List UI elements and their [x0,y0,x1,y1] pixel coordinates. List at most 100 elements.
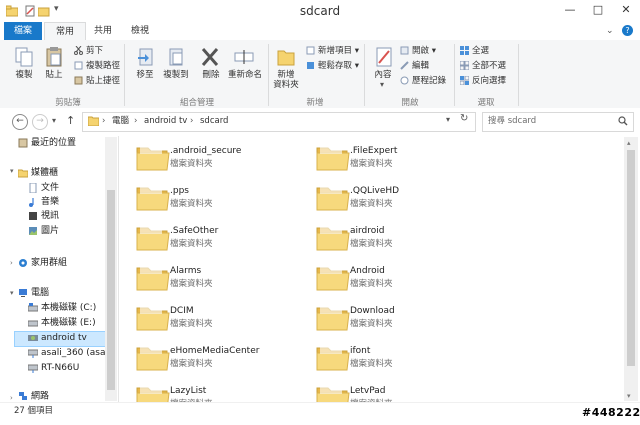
nav-item-label: 電腦 [31,288,50,298]
folder-item[interactable]: Download 檔案資料夾 [316,302,486,338]
rename-button[interactable]: 重新命名 [226,70,264,80]
nav-item-pictures[interactable]: 圖片 [28,224,59,238]
folder-item[interactable]: .android_secure 檔案資料夾 [136,142,306,178]
scroll-up-icon[interactable]: ▴ [627,139,631,147]
address-dropdown-icon[interactable]: ▾ [446,115,450,124]
libraries-expand-icon[interactable]: ▾ [10,167,14,175]
folder-name: Android [350,266,385,276]
cut-button[interactable]: 剪下 [74,45,103,57]
network-expand-icon[interactable]: › [10,394,13,402]
nav-item-drive-e[interactable]: 本機磁碟 (E:) [28,316,96,330]
copy-path-icon [74,61,83,70]
move-to-icon [138,48,153,66]
folder-type: 檔案資料夾 [350,359,393,369]
breadcrumb-computer[interactable]: 電腦 [112,115,129,127]
nav-item-homegroup[interactable]: 家用群組 [18,256,67,270]
copy-button[interactable]: 複製 [10,70,38,80]
folder-name: .QQLiveHD [350,186,400,196]
tab-file[interactable]: 檔案 [4,22,42,40]
folder-type: 檔案資料夾 [350,279,393,289]
folder-item[interactable]: Android 檔案資料夾 [316,262,486,298]
folder-item[interactable]: ifont 檔案資料夾 [316,342,486,378]
delete-button[interactable]: 刪除 [196,70,226,80]
nav-scrollbar-thumb[interactable] [107,190,115,390]
nav-item-recent-places[interactable]: 最近的位置 [18,136,76,150]
status-bar [0,402,640,425]
tab-view[interactable]: 檢視 [122,22,158,40]
drive-c-icon [28,302,38,311]
move-to-button[interactable]: 移至 [130,70,160,80]
nav-item-drive-c[interactable]: 本機磁碟 (C:) [28,301,96,315]
folder-item[interactable]: DCIM 檔案資料夾 [136,302,306,338]
folder-item[interactable]: .pps 檔案資料夾 [136,182,306,218]
minimize-button[interactable]: — [556,0,584,20]
select-none-button[interactable]: 全部不選 [460,60,506,72]
folder-name: LetvPad [350,386,386,396]
homegroup-expand-icon[interactable]: › [10,259,13,267]
invert-selection-button[interactable]: 反向選擇 [460,75,506,87]
back-button[interactable]: ← [12,114,28,130]
edit-label: 編輯 [412,61,430,71]
folder-type: 檔案資料夾 [170,359,213,369]
copy-to-button[interactable]: 複製到 [158,70,194,80]
nav-item-libraries[interactable]: 媒體櫃 [18,166,58,180]
folder-item[interactable]: eHomeMediaCenter 檔案資料夾 [136,342,306,378]
nav-item-rt-n66u[interactable]: RT-N66U [28,361,79,375]
nav-item-videos[interactable]: 視訊 [28,209,59,223]
properties-dropdown-icon[interactable]: ▾ [380,80,384,89]
folder-item[interactable]: Alarms 檔案資料夾 [136,262,306,298]
easy-access-button[interactable]: 輕鬆存取 ▾ [306,60,359,72]
network-drive-icon [28,349,38,358]
properties-button[interactable]: 內容 [368,70,398,80]
delete-icon [201,48,219,66]
tab-share[interactable]: 共用 [86,22,120,40]
help-icon[interactable]: ? [622,25,633,36]
paste-shortcut-button[interactable]: 貼上捷徑 [74,75,120,87]
folder-item[interactable]: .SafeOther 檔案資料夾 [136,222,306,258]
new-folder-label-1: 新增 [277,70,295,80]
search-icon[interactable] [618,116,628,126]
folder-icon [316,146,350,171]
close-button[interactable]: ✕ [612,0,640,20]
maximize-button[interactable]: □ [584,0,612,20]
pictures-icon [29,226,37,235]
nav-item-computer[interactable]: 電腦 [18,286,49,300]
new-folder-button[interactable]: 新增 資料夾 [268,70,304,90]
folder-item[interactable]: .QQLiveHD 檔案資料夾 [316,182,486,218]
forward-button[interactable]: → [32,114,48,130]
folder-item[interactable]: airdroid 檔案資料夾 [316,222,486,258]
folder-name: eHomeMediaCenter [170,346,260,356]
nav-item-network[interactable]: 網路 [18,391,49,402]
collapse-ribbon-icon[interactable]: ⌄ [606,26,614,36]
content-scrollbar-thumb[interactable] [627,150,635,366]
select-none-label: 全部不選 [472,61,507,71]
nav-item-label: 本機磁碟 (E:) [41,318,96,328]
nav-item-asali-360[interactable]: asali_360 (asali_ [28,346,106,360]
item-count: 27 個項目 [14,406,54,416]
breadcrumb-android-tv[interactable]: android tv [144,115,187,127]
nav-item-documents[interactable]: 文件 [28,181,59,195]
open-icon [400,46,409,55]
copy-path-button[interactable]: 複製路徑 [74,60,120,72]
nav-item-music[interactable]: 音樂 [28,195,59,209]
tab-home[interactable]: 常用 [44,22,86,41]
rename-icon [234,50,254,64]
paste-button[interactable]: 貼上 [40,70,68,80]
open-button[interactable]: 開啟 ▾ [400,45,436,57]
new-item-button[interactable]: 新增項目 ▾ [306,45,359,57]
refresh-icon[interactable]: ↻ [460,113,468,124]
ribbon-separator [364,44,365,106]
nav-item-label: android tv [41,333,87,343]
nav-item-label: 文件 [41,183,60,193]
breadcrumb-sdcard[interactable]: sdcard [200,115,228,127]
folder-item[interactable]: .FileExpert 檔案資料夾 [316,142,486,178]
up-button[interactable]: ↑ [66,114,75,127]
computer-expand-icon[interactable]: ▾ [10,289,14,297]
address-bar[interactable] [82,112,476,132]
select-all-button[interactable]: 全選 [460,45,489,57]
recent-locations-icon[interactable]: ▾ [52,116,56,125]
scroll-down-icon[interactable]: ▾ [627,392,631,400]
history-button[interactable]: 歷程記錄 [400,75,446,87]
edit-button[interactable]: 編輯 [400,60,429,72]
nav-item-android-tv[interactable]: android tv [28,331,87,345]
